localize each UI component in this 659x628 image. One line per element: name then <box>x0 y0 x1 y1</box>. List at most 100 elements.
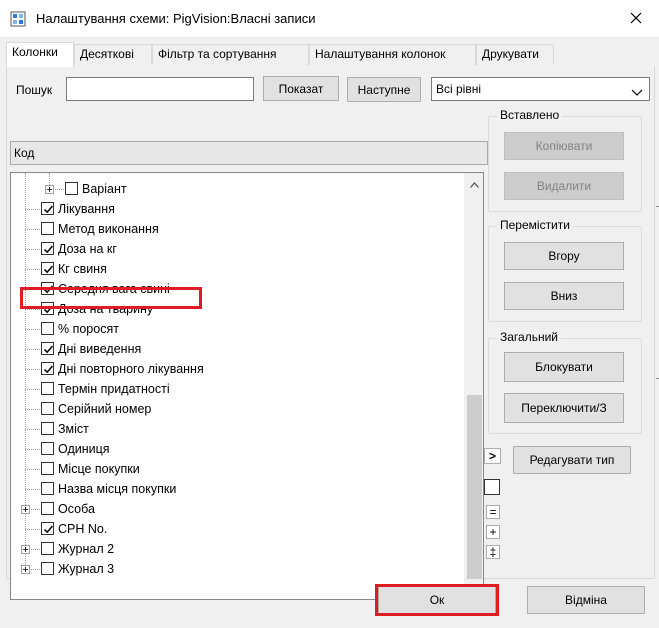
side-checkbox[interactable] <box>484 479 500 495</box>
move-down-button[interactable]: Вниз <box>504 282 624 310</box>
tree-connector <box>25 529 40 530</box>
inserted-group: Вставлено Копіювати Видалити <box>488 108 642 212</box>
lock-button[interactable]: Блокувати <box>504 352 624 382</box>
tree-row[interactable]: Доза на тварину <box>11 299 461 319</box>
tab-print[interactable]: Друкувати <box>476 44 554 65</box>
tree-row[interactable]: Дні виведення <box>11 339 461 359</box>
row-checkbox[interactable] <box>41 502 54 515</box>
toggle-button[interactable]: Переключити/З <box>504 393 624 423</box>
expand-toggle-icon[interactable] <box>45 185 54 194</box>
scroll-thumb[interactable] <box>467 395 482 579</box>
expand-arrow-button[interactable]: > <box>484 448 501 464</box>
tree-row-label: Лікування <box>58 202 115 216</box>
tree-row-label: Зміст <box>58 422 89 436</box>
row-checkbox[interactable] <box>41 382 54 395</box>
tree-connector <box>25 289 40 290</box>
row-checkbox[interactable] <box>41 462 54 475</box>
row-checkbox[interactable] <box>41 362 54 375</box>
close-button[interactable] <box>613 0 659 38</box>
tree-row[interactable]: Одиниця <box>11 439 461 459</box>
row-checkbox[interactable] <box>41 562 54 575</box>
search-label: Пошук <box>16 83 53 97</box>
tree-row[interactable]: Назва місця покупки <box>11 479 461 499</box>
tree-connector <box>25 369 40 370</box>
plus-button[interactable]: + <box>486 525 500 539</box>
tree-row[interactable]: CPH No. <box>11 519 461 539</box>
search-input[interactable] <box>66 77 254 101</box>
row-checkbox[interactable] <box>65 182 78 195</box>
tree-rows: Варіант Лікування Метод виконання Доза на к… <box>11 179 461 579</box>
row-checkbox[interactable] <box>41 282 54 295</box>
tree-row-label: Особа <box>58 502 95 516</box>
tree-row-label: Серійний номер <box>58 402 152 416</box>
delete-button[interactable]: Видалити <box>504 172 624 200</box>
tree-connector <box>25 429 40 430</box>
move-group: Перемістити Вгору Вниз <box>488 218 642 322</box>
tree-connector <box>25 389 40 390</box>
tree-row[interactable]: Варіант <box>11 179 461 199</box>
tree-connector <box>25 449 40 450</box>
row-checkbox[interactable] <box>41 402 54 415</box>
show-button[interactable]: Показат <box>263 76 339 101</box>
expand-all-button[interactable]: ‡ <box>486 545 500 559</box>
row-checkbox[interactable] <box>41 442 54 455</box>
cancel-button[interactable]: Відміна <box>527 586 645 614</box>
columns-tree[interactable]: Варіант Лікування Метод виконання Доза на к… <box>10 172 484 600</box>
code-column-header: Код <box>10 141 488 165</box>
expand-toggle-icon[interactable] <box>21 565 30 574</box>
row-checkbox[interactable] <box>41 342 54 355</box>
tree-row[interactable]: Місце покупки <box>11 459 461 479</box>
row-checkbox[interactable] <box>41 222 54 235</box>
levels-selected-value: Всі рівні <box>436 82 482 96</box>
tree-row[interactable]: Серійний номер <box>11 399 461 419</box>
tree-connector <box>25 249 40 250</box>
row-checkbox[interactable] <box>41 422 54 435</box>
row-checkbox[interactable] <box>41 482 54 495</box>
row-checkbox[interactable] <box>41 262 54 275</box>
tree-row[interactable]: Лікування <box>11 199 461 219</box>
row-checkbox[interactable] <box>41 302 54 315</box>
row-checkbox[interactable] <box>41 202 54 215</box>
row-checkbox[interactable] <box>41 522 54 535</box>
row-checkbox[interactable] <box>41 242 54 255</box>
scroll-up-arrow[interactable] <box>465 175 483 192</box>
tree-row[interactable]: Дні повторного лікування <box>11 359 461 379</box>
tree-row[interactable]: % поросят <box>11 319 461 339</box>
next-button[interactable]: Наступне <box>347 77 421 102</box>
ok-button[interactable]: Ок <box>378 586 496 614</box>
tree-row-label: Середня вага свині <box>58 282 170 296</box>
row-checkbox[interactable] <box>41 542 54 555</box>
tree-row-label: Варіант <box>82 182 127 196</box>
tree-row-label: Дні виведення <box>58 342 142 356</box>
tree-row-label: Журнал 2 <box>58 542 115 556</box>
equal-button[interactable]: = <box>486 505 500 519</box>
tab-columns[interactable]: Колонки <box>6 42 74 67</box>
levels-select[interactable]: Всі рівні <box>431 77 650 101</box>
tree-row-label: Метод виконання <box>58 222 159 236</box>
title-bar: Налаштування схеми: PigVision:Власні зап… <box>0 0 659 38</box>
settings-window-icon <box>10 11 26 27</box>
tab-filter-sort[interactable]: Фільтр та сортування <box>152 44 309 65</box>
tree-row[interactable]: Доза на кг <box>11 239 461 259</box>
tree-row[interactable]: Особа <box>11 499 461 519</box>
tree-row[interactable]: Метод виконання <box>11 219 461 239</box>
tree-row[interactable]: Середня вага свині <box>11 279 461 299</box>
expand-toggle-icon[interactable] <box>21 505 30 514</box>
general-group: Загальний Блокувати Переключити/З <box>488 330 642 434</box>
edit-type-button[interactable]: Редагувати тип <box>513 446 631 474</box>
tree-row[interactable]: Кг свиня <box>11 259 461 279</box>
tree-row[interactable]: Журнал 2 <box>11 539 461 559</box>
row-checkbox[interactable] <box>41 322 54 335</box>
expand-toggle-icon[interactable] <box>21 545 30 554</box>
tree-row[interactable]: Термін придатності <box>11 379 461 399</box>
tree-row[interactable]: Журнал 3 <box>11 559 461 579</box>
tab-decimals[interactable]: Десяткові <box>74 44 152 65</box>
copy-button[interactable]: Копіювати <box>504 132 624 160</box>
tab-column-settings[interactable]: Налаштування колонок <box>309 44 476 65</box>
move-up-button[interactable]: Вгору <box>504 242 624 270</box>
tree-scrollbar[interactable] <box>464 173 483 599</box>
columns-panel: Пошук Показат Наступне Всі рівні Код Вар… <box>6 66 655 600</box>
tree-row[interactable]: Зміст <box>11 419 461 439</box>
tree-row-label: CPH No. <box>58 522 108 536</box>
tree-connector <box>25 209 40 210</box>
